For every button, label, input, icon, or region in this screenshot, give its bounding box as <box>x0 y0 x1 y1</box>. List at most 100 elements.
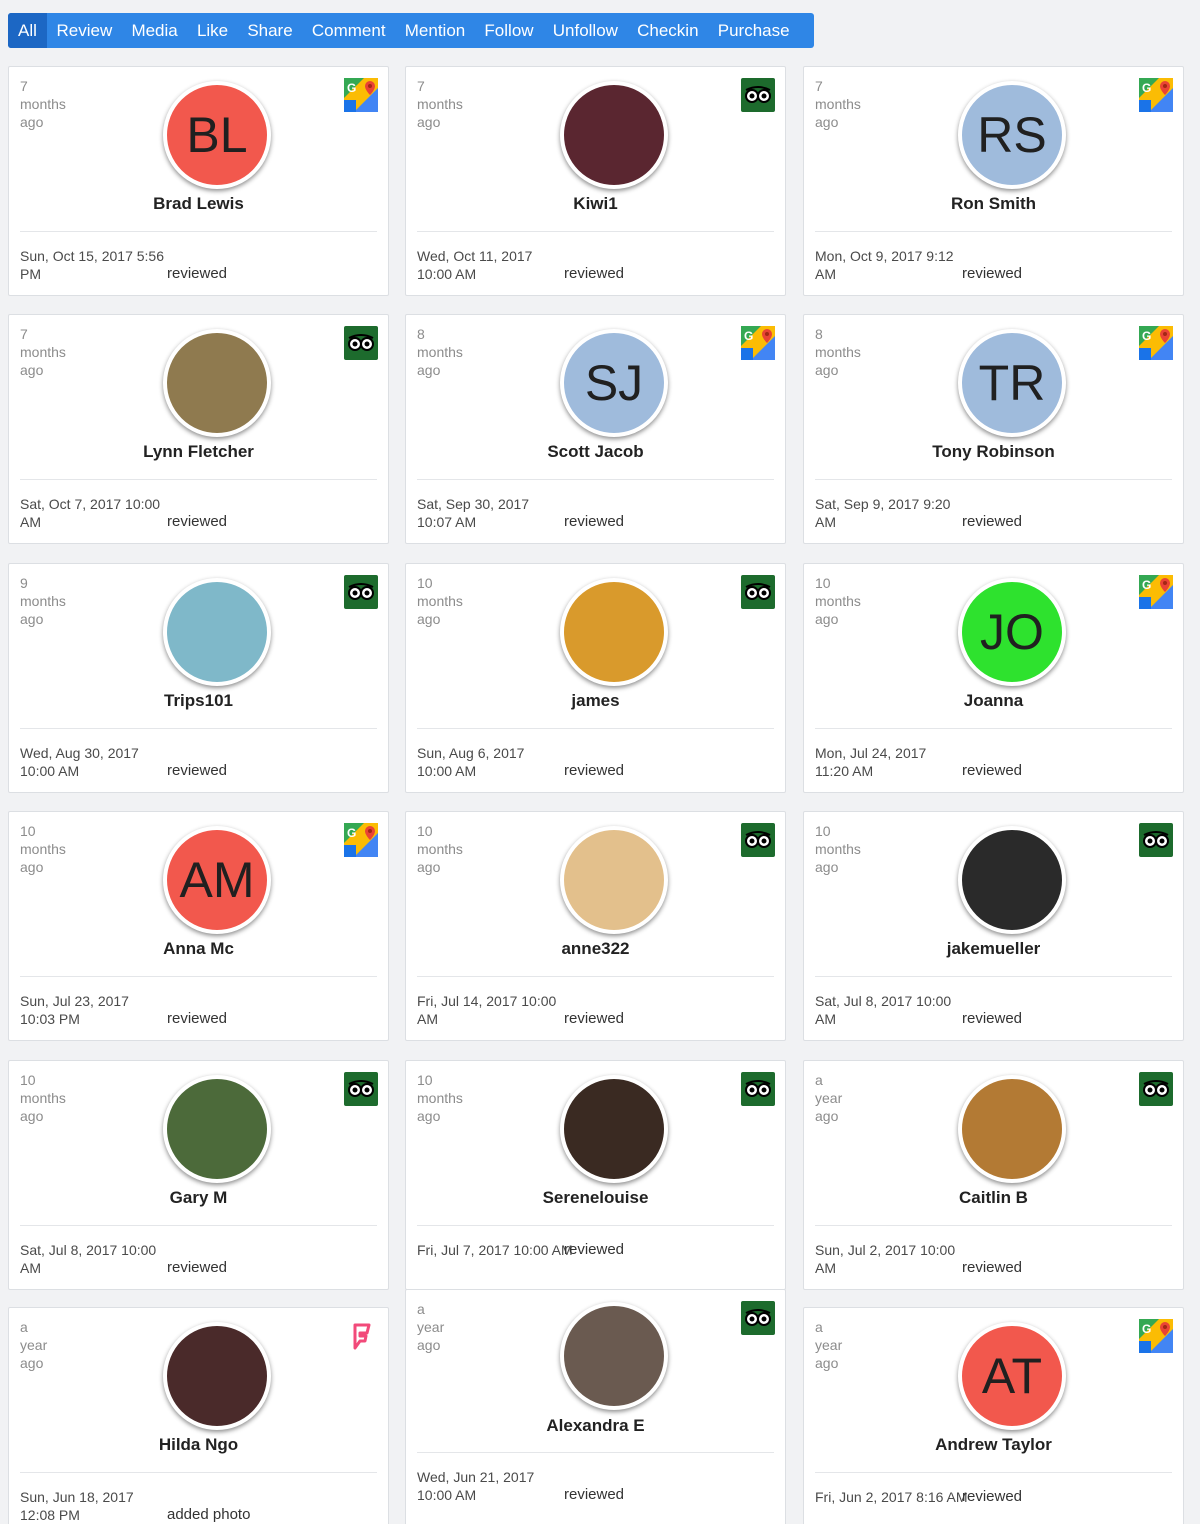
google-maps-icon: G <box>1139 1319 1173 1353</box>
avatar[interactable] <box>163 1075 271 1183</box>
google-maps-icon: G <box>344 78 378 112</box>
reviewer-name[interactable]: Ron Smith <box>804 194 1183 214</box>
reviewer-name[interactable]: Anna Mc <box>9 939 388 959</box>
activity-action: reviewed <box>564 1010 625 1027</box>
tab-unfollow[interactable]: Unfollow <box>543 13 627 48</box>
reviewer-name[interactable]: Tony Robinson <box>804 442 1183 462</box>
time-ago: 7 months ago <box>20 326 66 378</box>
activity-action: reviewed <box>962 1010 1023 1027</box>
reviewer-name[interactable]: Lynn Fletcher <box>9 442 388 462</box>
activity-card[interactable]: 7 months ago G BL Brad Lewis Sun, Oct 15, 20… <box>8 66 389 296</box>
avatar[interactable] <box>163 578 271 686</box>
reviewer-name[interactable]: Gary M <box>9 1188 388 1208</box>
divider <box>815 728 1172 729</box>
foursquare-icon <box>344 1319 378 1353</box>
avatar[interactable]: SJ <box>560 329 668 437</box>
reviewer-name[interactable]: Kiwi1 <box>406 194 785 214</box>
reviewer-name[interactable]: jakemueller <box>804 939 1183 959</box>
activity-card[interactable]: 10 months ago Serenelouise Fri, Jul 7, 201… <box>405 1060 786 1290</box>
activity-action: reviewed <box>962 1259 1023 1276</box>
activity-card[interactable]: 10 months ago anne322 Fri, Jul 14, 2017 10… <box>405 811 786 1041</box>
activity-card[interactable]: 7 months ago Lynn Fletcher Sat, Oct 7, 201… <box>8 314 389 544</box>
reviewer-name[interactable]: anne322 <box>406 939 785 959</box>
activity-card[interactable]: 9 months ago Trips101 Wed, Aug 30, 2017 10… <box>8 563 389 793</box>
activity-date: Wed, Oct 11, 2017 10:00 AM <box>417 248 533 282</box>
tab-review[interactable]: Review <box>47 13 122 48</box>
activity-date: Sun, Jul 2, 2017 10:00 AM <box>815 1242 956 1276</box>
tab-comment[interactable]: Comment <box>302 13 395 48</box>
avatar[interactable]: JO <box>958 578 1066 686</box>
avatar[interactable] <box>560 578 668 686</box>
time-ago: a year ago <box>20 1319 48 1371</box>
time-ago: 8 months ago <box>417 326 463 378</box>
avatar[interactable]: AM <box>163 826 271 934</box>
reviewer-name[interactable]: james <box>406 691 785 711</box>
tab-checkin[interactable]: Checkin <box>628 13 709 48</box>
reviewer-name[interactable]: Brad Lewis <box>9 194 388 214</box>
avatar[interactable]: BL <box>163 81 271 189</box>
activity-card[interactable]: 8 months ago G SJ Scott Jacob Sat, Sep 30, 2… <box>405 314 786 544</box>
tab-all[interactable]: All <box>8 13 47 48</box>
reviewer-name[interactable]: Alexandra E <box>406 1416 785 1436</box>
activity-card[interactable]: 7 months ago G RS Ron Smith Mon, Oct 9, 2017… <box>803 66 1184 296</box>
reviewer-name[interactable]: Joanna <box>804 691 1183 711</box>
activity-action: added photo <box>167 1506 251 1523</box>
avatar[interactable] <box>560 826 668 934</box>
tripadvisor-icon <box>344 326 378 360</box>
avatar[interactable]: RS <box>958 81 1066 189</box>
activity-card[interactable]: a year ago Hilda Ngo Sun, Jun 18, 2017 12:… <box>8 1307 389 1524</box>
tab-share[interactable]: Share <box>238 13 303 48</box>
activity-card[interactable]: 10 months ago G AM Anna Mc Sun, Jul 23, 2017… <box>8 811 389 1041</box>
activity-date: Sat, Jul 8, 2017 10:00 AM <box>815 993 952 1027</box>
activity-card[interactable]: 7 months ago Kiwi1 Wed, Oct 11, 2017 10:00… <box>405 66 786 296</box>
activity-date: Mon, Oct 9, 2017 9:12 AM <box>815 248 954 282</box>
google-maps-icon: G <box>741 326 775 360</box>
activity-card[interactable]: a year ago G AT Andrew Taylor Fri, Jun 2, 20… <box>803 1307 1184 1524</box>
avatar[interactable]: TR <box>958 329 1066 437</box>
avatar-initials: AM <box>179 852 255 908</box>
avatar[interactable] <box>163 329 271 437</box>
reviewer-name[interactable]: Serenelouise <box>406 1188 785 1208</box>
activity-card[interactable]: a year ago Alexandra E Wed, Jun 21, 2017 1… <box>405 1289 786 1524</box>
time-ago: 10 months ago <box>417 1072 463 1124</box>
activity-card[interactable]: 10 months ago jakemueller Sat, Jul 8, 2017… <box>803 811 1184 1041</box>
time-ago: 10 months ago <box>417 823 463 875</box>
tripadvisor-icon <box>344 575 378 609</box>
activity-card[interactable]: a year ago Caitlin B Sun, Jul 2, 2017 10:0… <box>803 1060 1184 1290</box>
reviewer-name[interactable]: Trips101 <box>9 691 388 711</box>
tab-mention[interactable]: Mention <box>395 13 475 48</box>
avatar[interactable] <box>163 1322 271 1430</box>
svg-text:G: G <box>347 81 356 95</box>
reviewer-name[interactable]: Hilda Ngo <box>9 1435 388 1455</box>
tab-follow[interactable]: Follow <box>475 13 543 48</box>
reviewer-name[interactable]: Andrew Taylor <box>804 1435 1183 1455</box>
activity-card[interactable]: 8 months ago G TR Tony Robinson Sat, Sep 9, … <box>803 314 1184 544</box>
activity-action: reviewed <box>564 265 625 282</box>
avatar-initials: TR <box>978 355 1046 411</box>
avatar-initials: JO <box>980 604 1044 660</box>
time-ago: 7 months ago <box>815 78 861 130</box>
reviewer-name[interactable]: Caitlin B <box>804 1188 1183 1208</box>
activity-card[interactable]: 10 months ago G JO Joanna Mon, Jul 24, 2017 … <box>803 563 1184 793</box>
divider <box>417 479 774 480</box>
avatar[interactable] <box>958 1075 1066 1183</box>
avatar[interactable] <box>560 1302 668 1410</box>
tab-like[interactable]: Like <box>187 13 237 48</box>
divider <box>815 976 1172 977</box>
activity-card[interactable]: 10 months ago Gary M Sat, Jul 8, 2017 10:0… <box>8 1060 389 1290</box>
avatar[interactable] <box>958 826 1066 934</box>
activity-card[interactable]: 10 months ago james Sun, Aug 6, 2017 10:00… <box>405 563 786 793</box>
activity-action: reviewed <box>962 762 1023 779</box>
activity-action: reviewed <box>564 513 625 530</box>
tab-media[interactable]: Media <box>122 13 188 48</box>
avatar[interactable] <box>560 1075 668 1183</box>
avatar[interactable]: AT <box>958 1322 1066 1430</box>
google-maps-icon: G <box>1139 326 1173 360</box>
activity-action: reviewed <box>167 265 228 282</box>
avatar[interactable] <box>560 81 668 189</box>
activity-filter-tabs: All Review Media Like Share Comment Mention Fol… <box>8 13 814 48</box>
tab-purchase[interactable]: Purchase <box>708 13 799 48</box>
activity-date: Sat, Oct 7, 2017 10:00 AM <box>20 496 161 530</box>
reviewer-name[interactable]: Scott Jacob <box>406 442 785 462</box>
activity-action: reviewed <box>167 1259 228 1276</box>
